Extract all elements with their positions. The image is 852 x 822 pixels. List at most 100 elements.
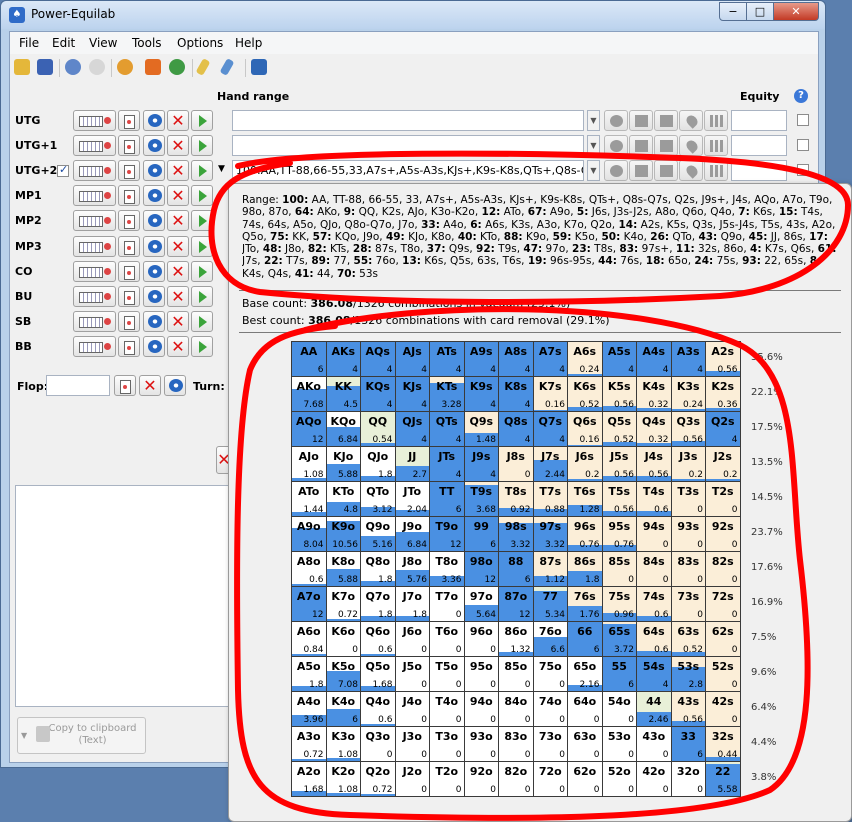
hand-cell[interactable]: Q7s 4 — [532, 411, 568, 447]
maximize-button[interactable]: □ — [746, 2, 774, 21]
pencil-icon[interactable] — [195, 58, 211, 76]
hand-cell[interactable]: 42o 0 — [636, 761, 672, 797]
hand-cell[interactable]: J6o 0 — [394, 621, 430, 657]
hand-cell[interactable]: KJo 5.88 — [325, 446, 361, 482]
hand-cell[interactable]: AA 6 — [291, 341, 327, 377]
clear-range-button[interactable]: ✕ — [167, 110, 189, 131]
hand-cell[interactable]: Q9o 5.16 — [360, 516, 396, 552]
hand-cell[interactable]: Q4s 0.32 — [636, 411, 672, 447]
hand-cell[interactable]: 73s 0 — [670, 586, 706, 622]
hand-cell[interactable]: Q5o 1.68 — [360, 656, 396, 692]
apply-range-button[interactable] — [191, 135, 213, 156]
hand-cell[interactable]: T7s 0.88 — [532, 481, 568, 517]
hand-cell[interactable]: K5o 7.08 — [325, 656, 361, 692]
range-matrix-button[interactable] — [73, 160, 116, 181]
hand-cell[interactable]: 93o 0 — [463, 726, 499, 762]
hand-cell[interactable]: A3s 4 — [670, 341, 706, 377]
hand-cell[interactable]: KTo 4.8 — [325, 481, 361, 517]
random-range-button[interactable] — [143, 135, 165, 156]
hand-cell[interactable]: T8s 0.92 — [498, 481, 534, 517]
hand-range-input[interactable] — [232, 135, 584, 156]
hand-cell[interactable]: QTs 4 — [429, 411, 465, 447]
weight-button[interactable] — [604, 110, 628, 131]
flop-input[interactable] — [46, 375, 110, 396]
menu-view[interactable]: View — [89, 36, 117, 50]
hand-cell[interactable]: A9o 8.04 — [291, 516, 327, 552]
hand-cell[interactable]: 65s 3.72 — [601, 621, 637, 657]
hand-cell[interactable]: 86o 1.32 — [498, 621, 534, 657]
hand-cell[interactable]: T4o 0 — [429, 691, 465, 727]
hand-cell[interactable]: J9s 4 — [463, 446, 499, 482]
hand-cell[interactable]: T9s 3.68 — [463, 481, 499, 517]
hand-cell[interactable]: J3o 0 — [394, 726, 430, 762]
hand-cell[interactable]: ATs 4 — [429, 341, 465, 377]
hand-cell[interactable]: AJs 4 — [394, 341, 430, 377]
hand-cell[interactable]: 52o 0 — [601, 761, 637, 797]
clear-range-button[interactable]: ✕ — [167, 210, 189, 231]
board-button[interactable] — [654, 160, 678, 181]
copy-to-clipboard-button[interactable]: ▼ Copy to clipboard (Text) — [17, 717, 146, 754]
hand-cell[interactable]: 32s 0.44 — [705, 726, 741, 762]
hand-cell[interactable]: JTo 2.04 — [394, 481, 430, 517]
hand-cell[interactable]: J2o 0 — [394, 761, 430, 797]
hand-cell[interactable]: J7o 1.8 — [394, 586, 430, 622]
lock-checkbox[interactable] — [797, 164, 809, 176]
apply-range-button[interactable] — [191, 185, 213, 206]
position-enabled-checkbox[interactable]: ✓ — [57, 163, 69, 177]
hand-cell[interactable]: ATo 1.44 — [291, 481, 327, 517]
stats-button[interactable] — [704, 160, 728, 181]
hand-cell[interactable]: 84o 0 — [498, 691, 534, 727]
random-range-button[interactable] — [143, 311, 165, 332]
hand-cell[interactable]: T3o 0 — [429, 726, 465, 762]
hand-cell[interactable]: KJs 4 — [394, 376, 430, 412]
hand-cell[interactable]: Q6o 0.6 — [360, 621, 396, 657]
hand-cell[interactable]: Q2s 4 — [705, 411, 741, 447]
clear-range-button[interactable]: ✕ — [167, 286, 189, 307]
redo-icon[interactable] — [89, 59, 105, 75]
random-range-button[interactable] — [143, 261, 165, 282]
hand-cell[interactable]: T8o 3.36 — [429, 551, 465, 587]
hand-cell[interactable]: Q3s 0.56 — [670, 411, 706, 447]
card-picker-button[interactable] — [118, 160, 140, 181]
hand-cell[interactable]: AKo 7.68 — [291, 376, 327, 412]
hand-cell[interactable]: 97s 3.32 — [532, 516, 568, 552]
hand-cell[interactable]: K6o 0 — [325, 621, 361, 657]
hand-cell[interactable]: K3s 0.24 — [670, 376, 706, 412]
apply-range-button[interactable] — [191, 311, 213, 332]
hand-cell[interactable]: T2s 0 — [705, 481, 741, 517]
hand-cell[interactable]: KTs 3.28 — [429, 376, 465, 412]
hand-cell[interactable]: Q6s 0.16 — [567, 411, 603, 447]
hand-cell[interactable]: J5s 0.56 — [601, 446, 637, 482]
weight-button[interactable] — [604, 135, 628, 156]
notes-button[interactable] — [629, 160, 653, 181]
range-matrix-button[interactable] — [73, 286, 116, 307]
hand-cell[interactable]: 95o 0 — [463, 656, 499, 692]
apply-range-button[interactable] — [191, 336, 213, 357]
hand-cell[interactable]: T6s 1.28 — [567, 481, 603, 517]
apply-range-button[interactable] — [191, 110, 213, 131]
hand-cell[interactable]: K9o 10.56 — [325, 516, 361, 552]
hand-cell[interactable]: 83s 0 — [670, 551, 706, 587]
fire-icon[interactable] — [145, 59, 161, 75]
hot-button[interactable] — [679, 135, 703, 156]
hand-cell[interactable]: K6s 0.52 — [567, 376, 603, 412]
hand-cell[interactable]: 86s 1.8 — [567, 551, 603, 587]
range-matrix-button[interactable] — [73, 110, 116, 131]
hand-cell[interactable]: 96s 0.76 — [567, 516, 603, 552]
settings-gear-icon[interactable] — [117, 59, 133, 75]
random-range-button[interactable] — [143, 236, 165, 257]
chevron-down-icon[interactable]: ▼ — [21, 730, 27, 742]
hand-cell[interactable]: J9o 6.84 — [394, 516, 430, 552]
hand-cell[interactable]: A6o 0.84 — [291, 621, 327, 657]
hand-cell[interactable]: A5s 4 — [601, 341, 637, 377]
hand-range-input[interactable]: 100:AA,TT-88,66-55,33,A7s+,A5s-A3s,KJs+,… — [232, 160, 584, 181]
hand-cell[interactable]: A2o 1.68 — [291, 761, 327, 797]
range-history-dropdown[interactable]: ▼ — [587, 135, 600, 156]
hand-cell[interactable]: K4s 0.32 — [636, 376, 672, 412]
card-picker-button[interactable] — [118, 336, 140, 357]
hand-cell[interactable]: Q7o 1.8 — [360, 586, 396, 622]
apply-range-button[interactable] — [191, 286, 213, 307]
undo-icon[interactable] — [65, 59, 81, 75]
card-picker-button[interactable] — [118, 135, 140, 156]
hand-cell[interactable]: K8s 4 — [498, 376, 534, 412]
